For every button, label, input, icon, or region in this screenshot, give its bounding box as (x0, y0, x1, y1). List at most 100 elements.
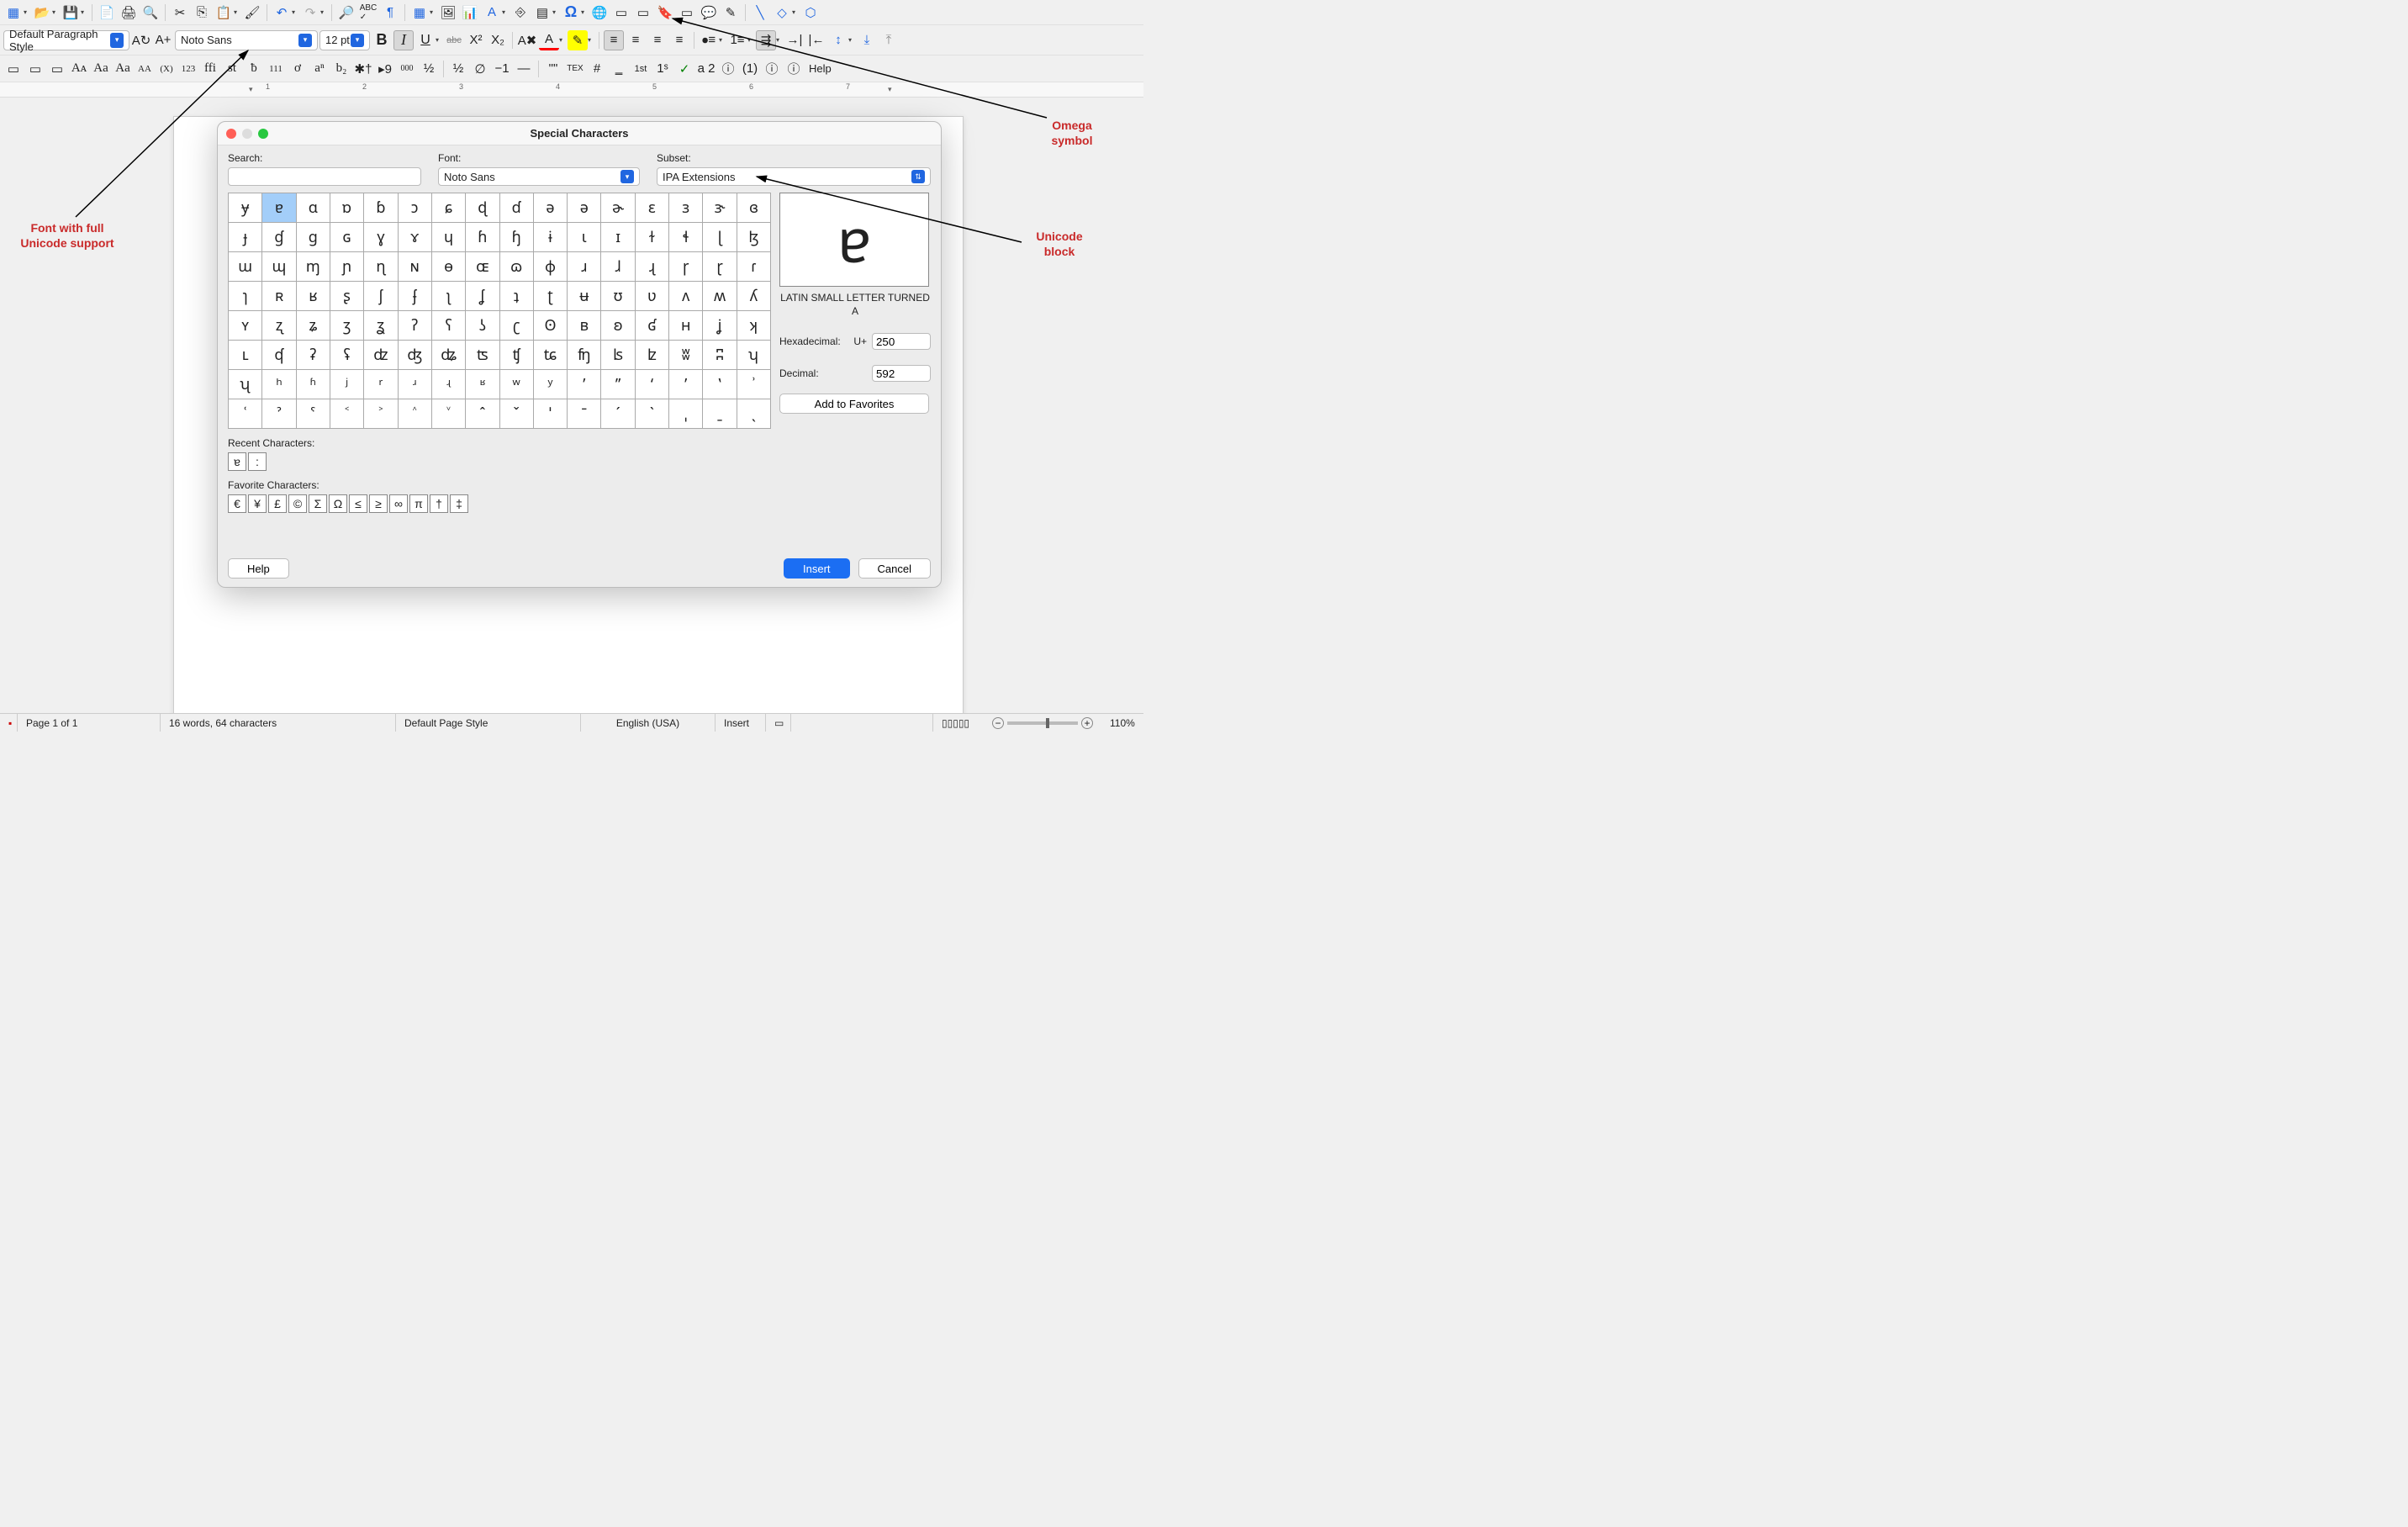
favorite-char-chip[interactable]: π (409, 494, 428, 513)
basic-shapes-icon[interactable]: ◇ (772, 3, 792, 23)
lining-icon[interactable]: 111 (266, 59, 286, 79)
font-select[interactable]: Noto Sans ▾ (438, 167, 640, 186)
super-a-icon[interactable]: aⁿ (309, 59, 330, 79)
search-input[interactable] (228, 167, 421, 186)
char-cell[interactable]: ʡ (296, 341, 330, 370)
check-icon[interactable]: ✓ (674, 59, 694, 79)
char-cell[interactable]: ˀ (262, 399, 296, 429)
increase-indent-icon[interactable]: →| (784, 30, 805, 50)
char-cell[interactable]: ɓ (364, 193, 398, 223)
char-cell[interactable]: ɻ (635, 252, 668, 282)
status-insert-mode[interactable]: Insert (716, 714, 766, 732)
char-cell[interactable]: ʼ (669, 370, 703, 399)
char-cell[interactable]: ˍ (703, 399, 737, 429)
char-cell[interactable]: ʕ (431, 311, 465, 341)
horizontal-ruler[interactable]: ▾ 1 2 3 4 5 6 7 ▾ (0, 82, 1143, 98)
char-cell[interactable]: ˌ (669, 399, 703, 429)
char-cell[interactable]: ʑ (296, 311, 330, 341)
char-cell[interactable]: ɶ (466, 252, 499, 282)
char-cell[interactable]: ʅ (431, 282, 465, 311)
char-cell[interactable]: ʧ (499, 341, 533, 370)
char-cell[interactable]: ʰ (262, 370, 296, 399)
char-cell[interactable]: ɵ (431, 252, 465, 282)
favorite-char-chip[interactable]: Σ (309, 494, 327, 513)
char-cell[interactable]: ʥ (431, 341, 465, 370)
ligature-ffi-icon[interactable]: ffi (200, 59, 220, 79)
char-cell[interactable]: ʮ (737, 341, 770, 370)
char-cell[interactable]: ɰ (262, 252, 296, 282)
selection-mode-icon[interactable]: ▭ (774, 717, 784, 729)
italic-icon[interactable]: I (393, 30, 414, 50)
char-cell[interactable]: ɤ (398, 223, 431, 252)
char-cell[interactable]: ɥ (431, 223, 465, 252)
decrease-para-spacing-icon[interactable]: ⤒ (879, 30, 899, 50)
char-cell[interactable]: ɢ (330, 223, 363, 252)
ext-icon-2[interactable]: ▭ (25, 59, 45, 79)
char-cell[interactable]: ʄ (398, 282, 431, 311)
char-cell[interactable]: ʙ (568, 311, 601, 341)
info1-icon[interactable]: ⓘ (718, 59, 738, 79)
char-cell[interactable]: ɟ (229, 223, 262, 252)
char-cell[interactable]: ɛ (635, 193, 668, 223)
hex-input[interactable] (872, 333, 931, 350)
case2-icon[interactable]: Aa (113, 59, 133, 79)
char-cell[interactable]: ʚ (601, 311, 635, 341)
superscript-icon[interactable]: X² (466, 30, 486, 50)
status-zoom[interactable]: 110% (1101, 714, 1143, 732)
half-icon[interactable]: ½ (419, 59, 439, 79)
favorite-char-chip[interactable]: € (228, 494, 246, 513)
char-cell[interactable]: ʴ (398, 370, 431, 399)
char-cell[interactable]: ɨ (533, 223, 567, 252)
char-cell[interactable]: ʖ (466, 311, 499, 341)
char-cell[interactable]: ɿ (229, 282, 262, 311)
char-cell[interactable]: ʈ (533, 282, 567, 311)
char-cell[interactable]: ʘ (533, 311, 567, 341)
number-dropdown[interactable]: ▾ (747, 36, 754, 44)
char-cell[interactable]: ɒ (330, 193, 363, 223)
bold-icon[interactable]: B (372, 30, 392, 50)
a2-icon[interactable]: a 2 (696, 59, 716, 79)
track-changes-icon[interactable]: ✎ (721, 3, 741, 23)
slashed-icon[interactable]: ơ (288, 59, 308, 79)
outline-dropdown[interactable]: ▾ (776, 36, 783, 44)
paragraph-style-select[interactable]: Default Paragraph Style ▾ (3, 30, 129, 50)
char-cell[interactable]: ʀ (262, 282, 296, 311)
char-cell[interactable]: ɾ (737, 252, 770, 282)
cancel-button[interactable]: Cancel (858, 558, 931, 579)
spacing-dropdown[interactable]: ▾ (848, 36, 855, 44)
char-cell[interactable]: ˃ (364, 399, 398, 429)
close-window-icon[interactable] (226, 129, 236, 139)
open-icon[interactable]: 📂 (32, 3, 52, 23)
alt-icon[interactable]: ƀ (244, 59, 264, 79)
clear-format-icon[interactable]: A✖ (517, 30, 537, 50)
char-cell[interactable]: ɬ (669, 223, 703, 252)
char-cell[interactable]: ɗ (499, 193, 533, 223)
view-multi-icon[interactable]: ▯▯ (948, 717, 958, 729)
help-link[interactable]: Help (809, 62, 832, 75)
bullet-list-icon[interactable]: ⦁≡ (699, 30, 719, 50)
char-cell[interactable]: ʝ (703, 311, 737, 341)
special-char-icon[interactable]: Ω (561, 3, 581, 23)
print-preview-icon[interactable]: 🔍 (140, 3, 161, 23)
font-color-dropdown[interactable]: ▾ (559, 36, 566, 44)
paste-dropdown[interactable]: ▾ (234, 8, 240, 16)
comment-icon[interactable]: 💬 (699, 3, 719, 23)
view-single-icon[interactable]: ▯ (942, 717, 948, 729)
sub-b-icon[interactable]: b₂ (331, 59, 351, 79)
char-cell[interactable]: ʞ (737, 311, 770, 341)
char-cell[interactable]: ʠ (262, 341, 296, 370)
copy-icon[interactable]: ⎘ (192, 3, 212, 23)
underscore-icon[interactable]: ‗ (609, 59, 629, 79)
char-cell[interactable]: ʢ (330, 341, 363, 370)
char-cell[interactable]: ʫ (635, 341, 668, 370)
char-cell[interactable]: ɱ (296, 252, 330, 282)
char-cell[interactable]: ʗ (499, 311, 533, 341)
frac12-icon[interactable]: ½ (448, 59, 468, 79)
char-cell[interactable]: ʋ (635, 282, 668, 311)
char-cell[interactable]: ɑ (296, 193, 330, 223)
spellcheck-icon[interactable]: ABC✓ (358, 3, 378, 23)
char-cell[interactable]: ˆ (466, 399, 499, 429)
char-cell[interactable]: ʽ (703, 370, 737, 399)
char-cell[interactable]: ɸ (533, 252, 567, 282)
export-pdf-icon[interactable]: 📄 (97, 3, 117, 23)
